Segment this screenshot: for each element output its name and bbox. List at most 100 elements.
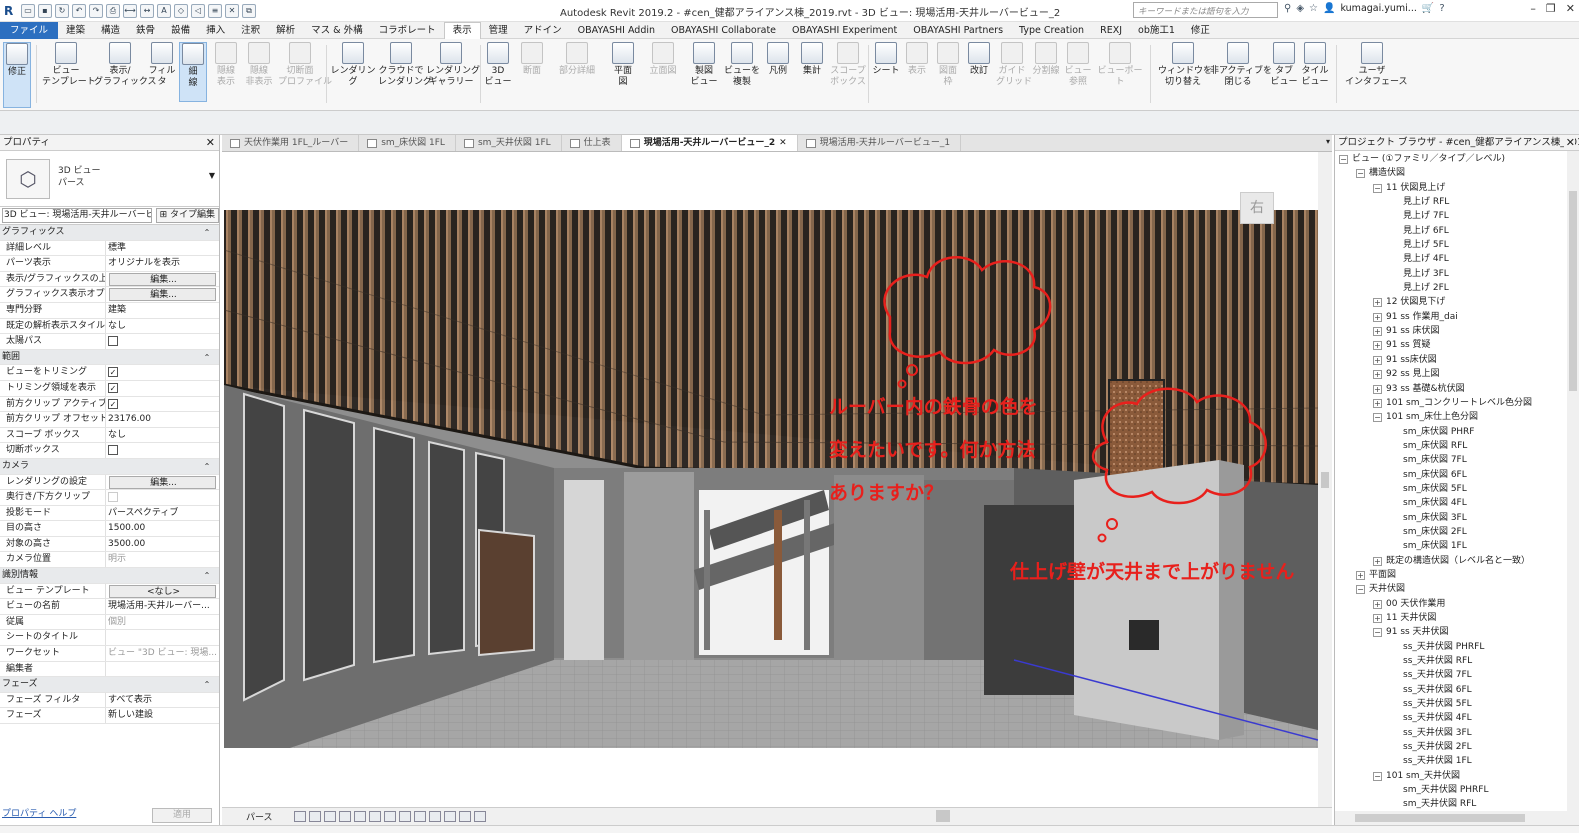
restore-icon[interactable]: ❐	[1546, 2, 1556, 15]
ribbon-tab[interactable]: 注釈	[233, 22, 268, 39]
property-category[interactable]: 範囲 ⌃	[0, 349, 219, 366]
property-category[interactable]: 識別情報 ⌃	[0, 568, 219, 584]
browser-tree-item[interactable]: ss_天井伏図 4FL	[1335, 711, 1579, 725]
edit-button[interactable]: 編集...	[109, 475, 216, 489]
elevation-button[interactable]: 立面図	[645, 42, 681, 77]
browser-tree-item[interactable]: sm_床伏図 RFL	[1335, 439, 1579, 453]
browser-tree-item[interactable]: sm_床伏図 PHRF	[1335, 425, 1579, 439]
schedule-button[interactable]: 集計	[798, 42, 826, 77]
ribbon-tab[interactable]: 構造	[93, 22, 128, 39]
crop-view-icon[interactable]	[384, 811, 396, 822]
section-button[interactable]: 断面	[518, 42, 546, 77]
remove-hidden-button[interactable]: 隠線 非表示	[243, 42, 275, 88]
properties-help-link[interactable]: プロパティ ヘルプ	[2, 806, 76, 819]
sheet-button[interactable]: シート	[872, 42, 900, 77]
close-inactive-button[interactable]: 非アクティブを 閉じる	[1210, 42, 1272, 88]
redo-icon[interactable]: ↷	[89, 4, 103, 18]
thin-lines-icon[interactable]: ≡	[208, 4, 222, 18]
property-category[interactable]: グラフィックス ⌃	[0, 225, 219, 241]
expand-icon[interactable]: +	[1373, 312, 1382, 322]
sun-path-icon[interactable]	[324, 811, 336, 822]
render-gallery-button[interactable]: レンダリング ギャラリー	[426, 42, 480, 88]
duplicate-view-button[interactable]: ビューを 複製	[724, 42, 760, 88]
text-icon[interactable]: A	[157, 4, 171, 18]
edit-button[interactable]: 編集...	[109, 288, 216, 302]
browser-tree-item[interactable]: ss_天井伏図 PHRFL	[1335, 640, 1579, 654]
close-icon[interactable]: ✕	[206, 135, 215, 151]
detail-level-icon[interactable]	[294, 811, 306, 822]
ribbon-tab[interactable]: 解析	[268, 22, 303, 39]
ribbon-tab[interactable]: ob施工1	[1130, 22, 1183, 39]
open-icon[interactable]: ▭	[21, 4, 35, 18]
edit-button[interactable]: <なし>	[109, 584, 216, 598]
3d-view-icon[interactable]: ◇	[174, 4, 188, 18]
collapse-icon[interactable]: −	[1356, 585, 1365, 595]
browser-tree-item[interactable]: +93 ss 基礎&杭伏図	[1335, 382, 1579, 396]
expand-icon[interactable]: +	[1373, 384, 1382, 394]
expand-icon[interactable]: +	[1373, 599, 1382, 609]
cart-icon[interactable]: 🛒	[1422, 3, 1434, 14]
browser-tree-item[interactable]: sm_床伏図 3FL	[1335, 511, 1579, 525]
browser-tree-item[interactable]: ss_天井伏図 7FL	[1335, 668, 1579, 682]
browser-tree-item[interactable]: −11 伏図見上げ	[1335, 181, 1579, 195]
browser-tree-item[interactable]: 見上げ 4FL	[1335, 252, 1579, 266]
browser-tree-item[interactable]: −101 sm_天井伏図	[1335, 769, 1579, 783]
property-value[interactable]	[106, 662, 219, 677]
browser-tree-item[interactable]: sm_天井伏図 RFL	[1335, 797, 1579, 811]
browser-tree-item[interactable]: +92 ss 見上図	[1335, 367, 1579, 381]
callout-button[interactable]: 部分詳細	[555, 42, 599, 77]
legend-button[interactable]: 凡例	[764, 42, 792, 77]
expand-icon[interactable]: +	[1373, 398, 1382, 408]
browser-tree-item[interactable]: ss_天井伏図 1FL	[1335, 754, 1579, 768]
ribbon-tab[interactable]: 修正	[1183, 22, 1218, 39]
search-input[interactable]: キーワードまたは語句を入力	[1133, 2, 1278, 18]
show-crop-icon[interactable]	[399, 811, 411, 822]
revisions-button[interactable]: 改訂	[965, 42, 993, 77]
property-category[interactable]: フェーズ ⌃	[0, 677, 219, 693]
collapse-icon[interactable]: −	[1356, 169, 1365, 179]
browser-tree-item[interactable]: sm_床伏図 1FL	[1335, 539, 1579, 553]
property-value[interactable]: 個別	[106, 615, 219, 630]
plan-view-button[interactable]: 平面 図	[609, 42, 637, 88]
property-value[interactable]	[106, 630, 219, 645]
close-icon[interactable]: ✕	[1563, 135, 1575, 150]
viewport-button[interactable]: ビューポート	[1097, 42, 1143, 88]
view-tab[interactable]: sm_天井伏図 1FL	[456, 135, 562, 151]
browser-tree-item[interactable]: + 平面図	[1335, 568, 1579, 582]
highlight-icon[interactable]	[459, 811, 471, 822]
dimension-icon[interactable]: ↔	[140, 4, 154, 18]
render-dialog-icon[interactable]	[354, 811, 366, 822]
view-ref-button[interactable]: 表示	[903, 42, 931, 77]
browser-tree-item[interactable]: ss_天井伏図 3FL	[1335, 726, 1579, 740]
browser-tree-item[interactable]: sm_床伏図 6FL	[1335, 468, 1579, 482]
view-tab[interactable]: 現場活用-天井ルーバービュー_1	[798, 135, 962, 151]
property-value[interactable]: ビュー "3D ビュー: 現場...	[106, 646, 219, 661]
property-value[interactable]: なし	[106, 319, 219, 334]
browser-tree-item[interactable]: − ビュー (①ファミリ／タイプ／レベル)	[1335, 152, 1579, 166]
browser-tree-item[interactable]: sm_床伏図 7FL	[1335, 453, 1579, 467]
visibility-graphics-button[interactable]: 表示/ グラフィックス	[94, 42, 157, 88]
browser-tree-item[interactable]: ss_天井伏図 2FL	[1335, 740, 1579, 754]
user-name[interactable]: kumagai.yumi...	[1340, 3, 1416, 14]
measure-icon[interactable]: ⟷	[123, 4, 137, 18]
close-tab-icon[interactable]: ✕	[779, 135, 787, 152]
ribbon-tab[interactable]: OBAYASHI Collaborate	[663, 22, 784, 39]
close-icon[interactable]: ✕	[1566, 2, 1575, 15]
browser-tree-item[interactable]: −101 sm_床仕上色分図	[1335, 410, 1579, 424]
browser-tree-item[interactable]: sm_床伏図 2FL	[1335, 525, 1579, 539]
property-value[interactable]: すべて表示	[106, 693, 219, 708]
ribbon-tab[interactable]: REXJ	[1092, 22, 1130, 39]
browser-tree-item[interactable]: +91 ss 作業用_dai	[1335, 310, 1579, 324]
browser-tree-item[interactable]: −91 ss 天井伏図	[1335, 625, 1579, 639]
browser-tree-item[interactable]: 見上げ 6FL	[1335, 224, 1579, 238]
ribbon-tab[interactable]: アドイン	[516, 22, 570, 39]
guide-grid-button[interactable]: ガイド グリッド	[996, 42, 1032, 88]
checkbox[interactable]: ✓	[108, 367, 118, 378]
binoculars-icon[interactable]: ⚲	[1284, 3, 1291, 14]
browser-tree-item[interactable]: +11 天井伏図	[1335, 611, 1579, 625]
browser-tree-item[interactable]: 見上げ RFL	[1335, 195, 1579, 209]
switch-windows-icon[interactable]: ⧉	[242, 4, 256, 18]
browser-tree-item[interactable]: +12 伏図見下げ	[1335, 295, 1579, 309]
browser-tree-item[interactable]: 見上げ 5FL	[1335, 238, 1579, 252]
vertical-scrollbar[interactable]	[1318, 152, 1332, 807]
